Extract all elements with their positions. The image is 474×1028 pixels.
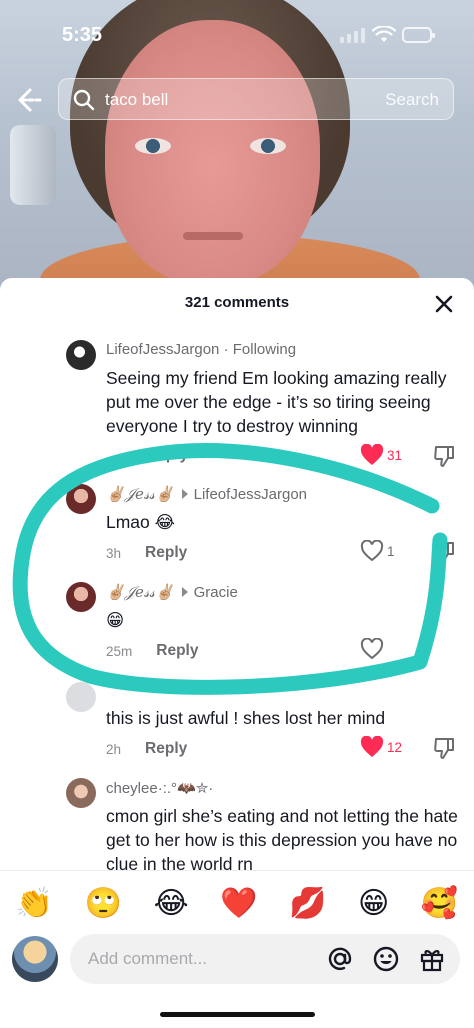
cellular-signal-icon [340, 28, 365, 43]
comment-meta: 2h Reply [106, 740, 187, 758]
like-button[interactable]: 31 [360, 444, 402, 466]
status-bar: 5:35 [0, 0, 474, 62]
username-text: ✌🏼𝒥𝑒𝓈𝓈✌🏼 [106, 485, 174, 503]
emoji-grin-button[interactable]: 😁 [358, 886, 389, 921]
video-person-eye [250, 138, 286, 154]
comment-username[interactable]: LifeofJessJargon · Following [106, 341, 296, 358]
emoji-kiss-button[interactable]: 💋 [289, 886, 326, 921]
reply-to-name: Gracie [193, 584, 238, 601]
comment-text: Lmao 😂 [106, 512, 176, 532]
like-button[interactable]: 1 [360, 540, 395, 562]
comments-count-title: 321 comments [184, 294, 290, 311]
emoji-laugh-button[interactable]: 😂 [154, 886, 189, 921]
comment-username[interactable]: cheylee·:.°🦇✮· [106, 779, 213, 797]
dislike-icon[interactable] [432, 736, 456, 760]
search-query[interactable]: taco bell [105, 90, 168, 110]
emoji-icon[interactable] [372, 945, 400, 973]
heart-outline-icon [360, 638, 384, 660]
like-count: 12 [387, 739, 403, 755]
video-person-eye [135, 138, 171, 154]
search-button[interactable]: Search [385, 90, 439, 110]
wifi-icon [372, 26, 396, 42]
wall-object [10, 125, 56, 205]
avatar[interactable] [66, 778, 96, 808]
avatar[interactable] [66, 582, 96, 612]
comment-text: this is just awful ! shes lost her mind [106, 708, 386, 728]
comment-meta: 3h Reply [106, 544, 187, 562]
reply-button[interactable]: Reply [156, 642, 198, 660]
comment-input[interactable]: Add comment... [70, 934, 460, 984]
heart-filled-icon [360, 736, 384, 757]
video-person-mouth [183, 232, 243, 240]
heart-outline-icon [360, 540, 384, 562]
like-count: 1 [387, 543, 395, 559]
reply-button[interactable]: Reply [145, 544, 187, 562]
reply-button[interactable]: Reply [146, 446, 188, 464]
comment-text: Seeing my friend Em looking amazing real… [106, 368, 447, 436]
gift-icon[interactable] [418, 945, 446, 973]
emoji-quick-bar: 👏 🙄 😂 ❤️ 💋 😁 🥰 [0, 875, 474, 931]
following-label: · Following [223, 341, 297, 358]
like-button[interactable] [360, 638, 387, 660]
avatar[interactable] [66, 484, 96, 514]
comment-time: 3h [106, 545, 122, 561]
reply-button[interactable]: Reply [145, 740, 187, 758]
my-avatar[interactable] [12, 936, 58, 982]
username-text: ✌🏼𝒥𝑒𝓈𝓈✌🏼 [106, 583, 174, 601]
like-button[interactable]: 12 [360, 736, 402, 758]
divider [0, 870, 474, 871]
home-indicator[interactable] [160, 1012, 315, 1017]
comment-input-placeholder: Add comment... [88, 949, 208, 968]
like-count: 31 [387, 447, 403, 463]
comment-username[interactable]: ✌🏼𝒥𝑒𝓈𝓈✌🏼 Gracie [106, 583, 238, 601]
mention-icon[interactable] [326, 945, 354, 973]
comment-username[interactable]: ✌🏼𝒥𝑒𝓈𝓈✌🏼 LifeofJessJargon [106, 485, 307, 503]
username-text: LifeofJessJargon [106, 341, 220, 358]
avatar[interactable] [66, 340, 96, 370]
search-bar[interactable]: taco bell Search [58, 78, 454, 120]
reply-to-name: LifeofJessJargon [193, 486, 308, 503]
comment-text: 😁 [106, 610, 125, 630]
status-time: 5:35 [62, 24, 103, 46]
back-arrow-icon [18, 88, 44, 112]
dislike-icon[interactable] [432, 540, 456, 564]
emoji-heart-button[interactable]: ❤️ [220, 886, 257, 921]
reply-arrow-icon [181, 489, 188, 499]
emoji-eyeroll-button[interactable]: 🙄 [85, 886, 122, 921]
close-icon[interactable] [430, 290, 458, 318]
search-icon [73, 89, 95, 111]
battery-icon [402, 27, 435, 43]
back-button[interactable] [14, 84, 50, 116]
dislike-icon[interactable] [432, 444, 456, 468]
avatar[interactable] [66, 682, 96, 712]
comment-text: cmon girl she’s eating and not letting t… [106, 806, 458, 874]
comment-time: 2h [106, 741, 122, 757]
comment-meta: Reply [106, 446, 188, 464]
reply-arrow-icon [181, 587, 188, 597]
comment-time: 25m [106, 643, 133, 659]
emoji-love-button[interactable]: 🥰 [421, 886, 458, 921]
comment-meta: 25m Reply [106, 642, 198, 660]
emoji-clap-button[interactable]: 👏 [16, 886, 53, 921]
heart-filled-icon [360, 444, 384, 465]
